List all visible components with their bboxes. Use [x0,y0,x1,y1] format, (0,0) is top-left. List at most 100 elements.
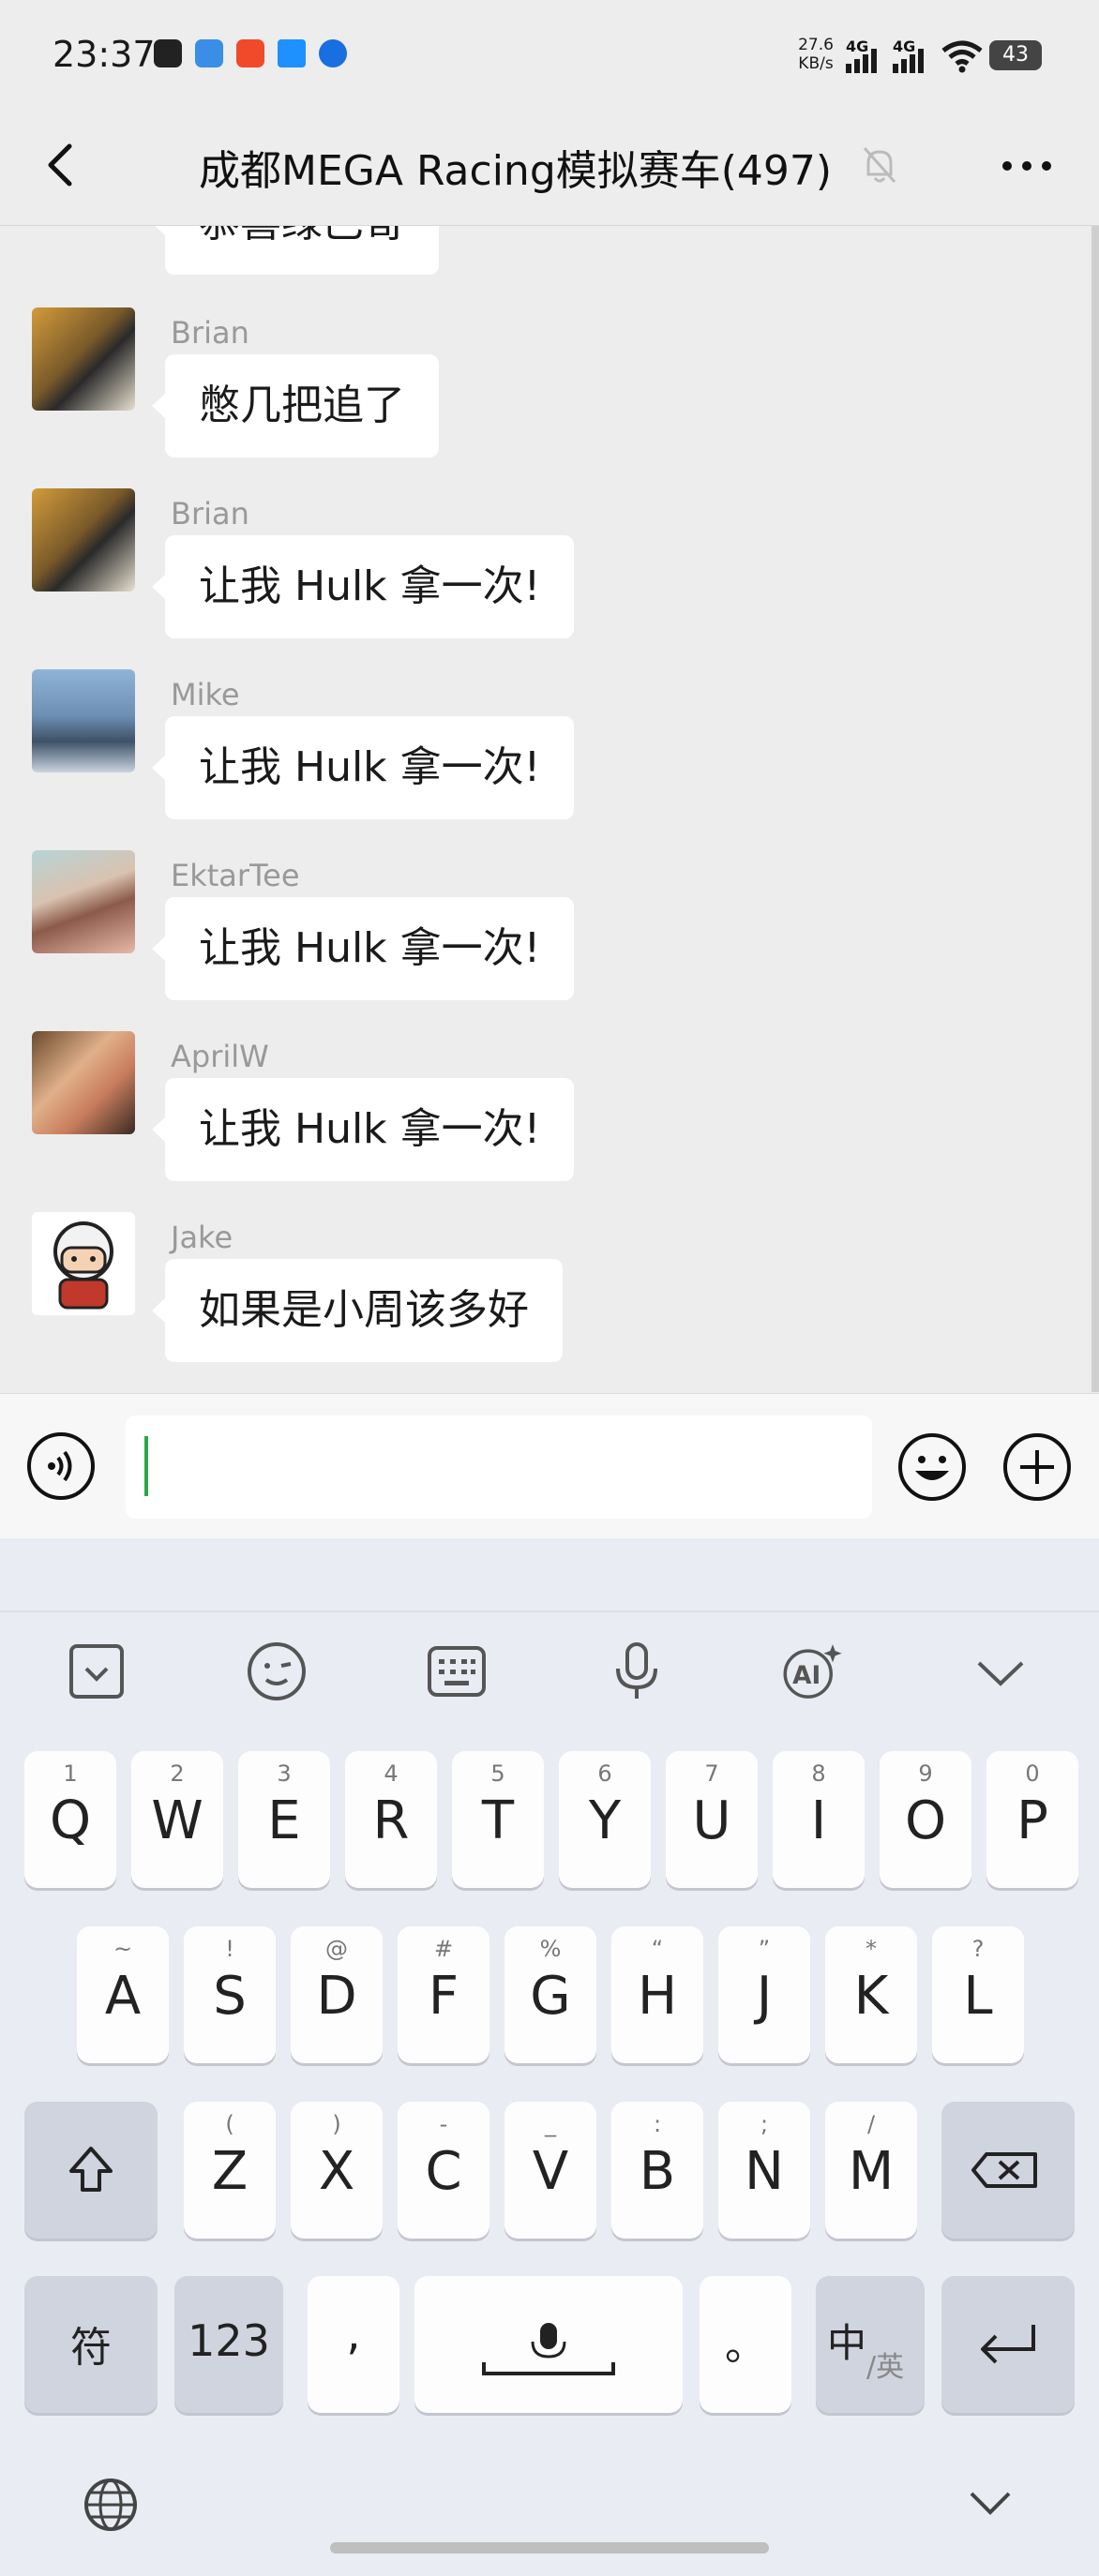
key-label: S [213,1966,247,2027]
comma-key-label: , [346,2308,361,2360]
back-icon[interactable] [38,139,84,191]
key-label: D [316,1966,357,2027]
key-j[interactable]: ” J [718,1926,810,2063]
enter-icon [981,2325,1035,2364]
key-m[interactable]: / M [825,2102,917,2239]
xiaohongshu-app-icon [236,39,264,67]
message-bubble[interactable]: 让我 Hulk 拿一次! [151,716,575,819]
chat-title: 成都MEGA Racing模拟赛车(497) [199,147,833,195]
key-label: A [104,1966,142,2027]
key-o[interactable]: 9O [880,1751,971,1888]
home-indicator[interactable] [330,2542,769,2554]
shift-key[interactable] [24,2102,158,2239]
wifi-icon [941,40,983,73]
key-p[interactable]: 0P [986,1751,1078,1888]
battery-indicator: 43 [989,40,1042,70]
globe-icon[interactable] [81,2475,141,2535]
ai-icon[interactable]: AI [780,1639,846,1704]
keyboard-icon[interactable] [424,1639,489,1704]
key-label: K [853,1966,889,2027]
key-hint: 3 [277,1760,292,1787]
key-i[interactable]: 8I [773,1751,865,1888]
status-time: 23:37 [53,34,156,75]
message-input[interactable] [126,1415,872,1519]
key-label: R [372,1790,410,1851]
key-z[interactable]: (Z [184,2102,276,2239]
period-key[interactable]: 。 [700,2276,791,2413]
clipboard-icon[interactable] [64,1639,129,1704]
key-hint: “ [651,1936,664,1962]
key-label: N [745,2141,784,2202]
key-hint: % [539,1936,562,1962]
period-key-label: 。 [725,2322,766,2370]
key-y[interactable]: 6Y [559,1751,651,1888]
key-hint: 2 [170,1760,185,1787]
message-bubble[interactable]: 让我 Hulk 拿一次! [151,1078,575,1181]
key-a[interactable]: ~ A [77,1926,169,2063]
emoji-icon[interactable] [896,1431,968,1503]
message-list[interactable]: 恭喜绿巴哥 Brian 憋几把追了 Brian 让我 Hulk 拿一次! Mik… [0,226,1099,1392]
avatar[interactable] [32,488,135,592]
key-hint: : [653,2111,662,2137]
key-label: Y [588,1790,622,1851]
emoji-face-icon[interactable] [244,1639,309,1704]
message-bubble[interactable]: 让我 Hulk 拿一次! [151,535,575,638]
symbols-key[interactable]: 符 [24,2276,158,2413]
key-h[interactable]: “H [611,1926,703,2063]
key-e[interactable]: 3E [238,1751,330,1888]
avatar[interactable] [32,850,135,953]
hide-keyboard-icon[interactable] [966,2486,1015,2520]
key-hint: 0 [1025,1760,1040,1787]
key-hint: ( [225,2111,234,2137]
key-w[interactable]: 2W [131,1751,223,1888]
key-label: E [267,1790,301,1851]
key-u[interactable]: 7U [666,1751,758,1888]
numbers-key[interactable]: 123 [174,2276,283,2413]
key-label: C [425,2141,462,2202]
key-r[interactable]: 4R [345,1751,437,1888]
key-hint: ) [332,2111,341,2137]
avatar[interactable] [32,669,135,772]
cloud-app-icon [195,39,223,67]
space-key[interactable] [414,2276,683,2413]
enter-key[interactable] [941,2276,1075,2413]
key-k[interactable]: * K [825,1926,917,2063]
key-hint: 9 [918,1760,933,1787]
chat-scrollbar[interactable] [1091,226,1099,1392]
language-switch-key[interactable]: 中 /英 [816,2276,925,2413]
key-q[interactable]: 1Q [24,1751,116,1888]
avatar[interactable] [32,1031,135,1134]
backspace-key[interactable] [941,2102,1075,2239]
key-g[interactable]: % G [504,1926,596,2063]
key-l[interactable]: ? L [932,1926,1024,2063]
key-b[interactable]: :B [611,2102,703,2239]
collapse-icon[interactable] [968,1639,1033,1704]
message-bubble[interactable]: 如果是小周该多好 [152,1259,563,1362]
comma-key[interactable]: , [308,2276,399,2413]
key-hint: ; [760,2111,769,2137]
more-icon[interactable] [994,150,1060,182]
key-c[interactable]: -C [398,2102,489,2239]
sender-name: EktarTee [171,858,300,893]
message-bubble[interactable]: 让我 Hulk 拿一次! [151,897,575,1000]
backspace-icon [971,2152,1037,2188]
voice-icon[interactable] [26,1431,96,1501]
key-t[interactable]: 5T [452,1751,544,1888]
key-label: X [318,2141,355,2202]
key-s[interactable]: ! S [184,1926,276,2063]
key-f[interactable]: # F [398,1926,489,2063]
key-n[interactable]: ; N [718,2102,810,2239]
key-d[interactable]: @ D [291,1926,383,2063]
plus-icon[interactable] [1001,1431,1073,1503]
key-x[interactable]: ) X [291,2102,383,2239]
key-v[interactable]: _ V [504,2102,596,2239]
mi-app-icon [154,39,182,67]
key-hint: ~ [113,1936,133,1962]
microphone-icon[interactable] [604,1639,670,1704]
shift-arrow-icon [69,2147,113,2192]
signal-bars-1-icon [846,49,877,73]
avatar[interactable] [32,1212,135,1315]
avatar[interactable] [32,307,135,411]
message-bubble[interactable]: 恭喜绿巴哥 [152,226,439,275]
message-bubble[interactable]: 憋几把追了 [152,354,439,457]
